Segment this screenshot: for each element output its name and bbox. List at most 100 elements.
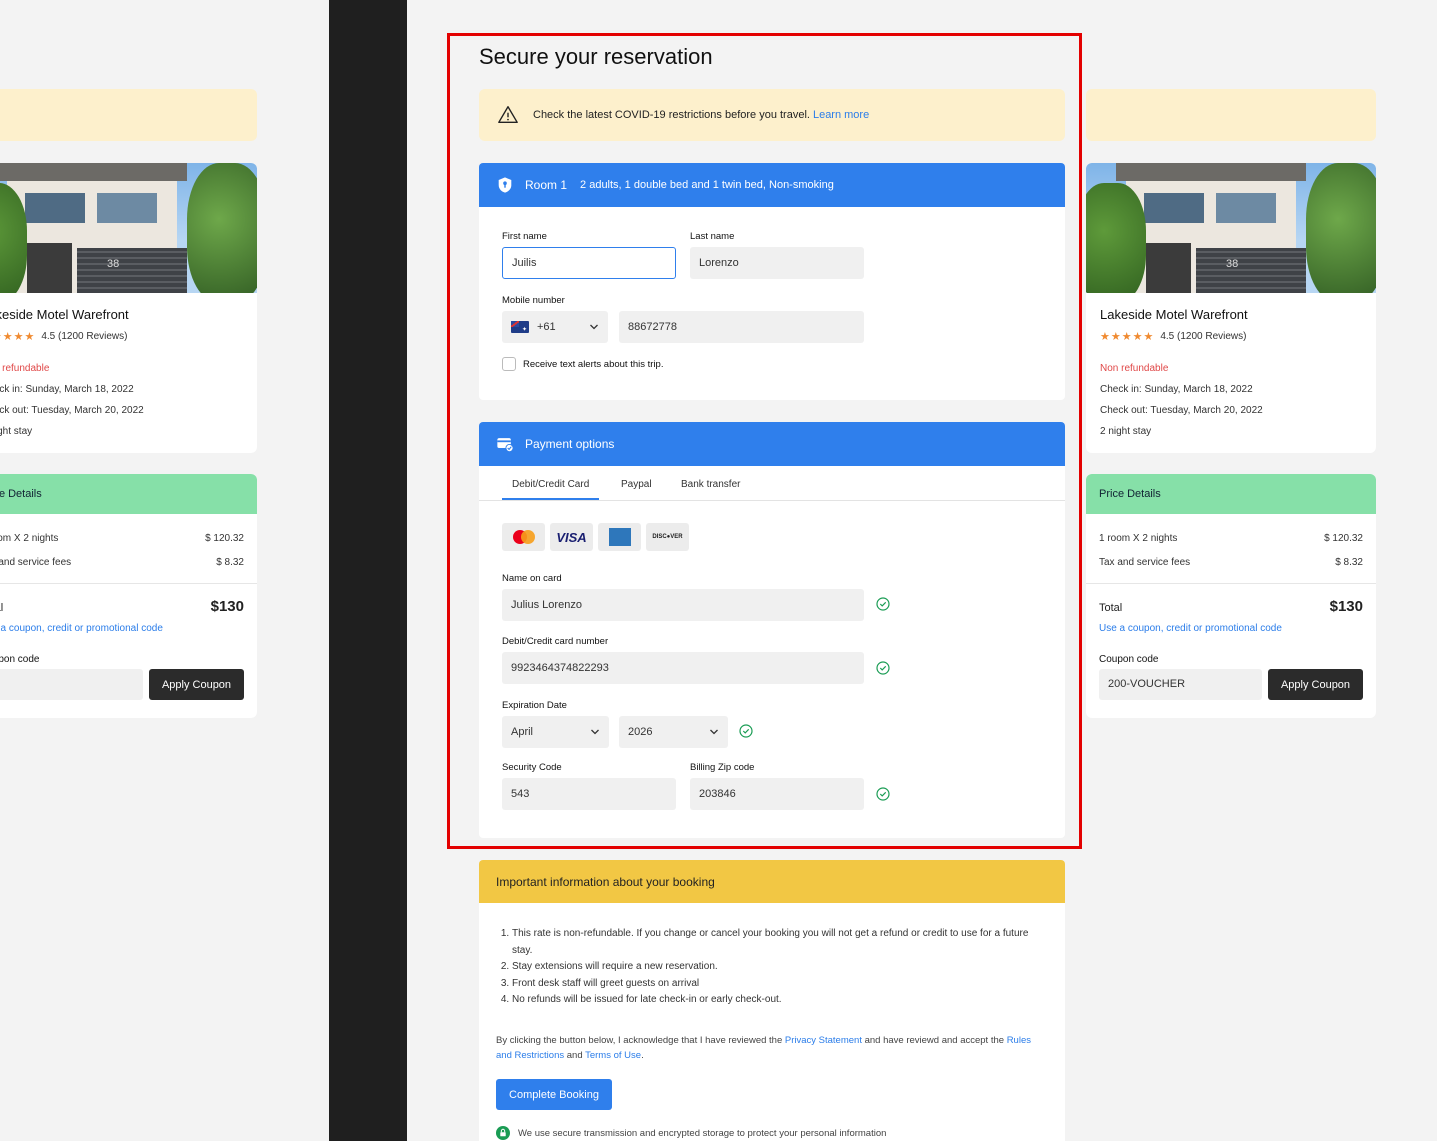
tab-card[interactable]: Debit/Credit Card xyxy=(502,479,600,500)
sms-alert-checkbox[interactable] xyxy=(502,357,516,371)
tax-value: $ 8.32 xyxy=(216,557,244,568)
expiration-label: Expiration Date xyxy=(502,700,567,711)
discover-text: DISC●VER xyxy=(652,534,683,540)
australia-flag-icon xyxy=(511,321,529,333)
room-price-label: 1 room X 2 nights xyxy=(1099,533,1178,544)
lock-icon xyxy=(496,1126,510,1140)
payment-header: Payment options xyxy=(479,422,1065,466)
room-title: Room 1 xyxy=(525,178,568,192)
payment-title: Payment options xyxy=(525,437,615,451)
card-number-input[interactable]: 9923464374822293 xyxy=(502,652,864,684)
chevron-down-icon xyxy=(590,324,598,330)
hotel-rating: ★★★★★ 4.5 (1200 Reviews) xyxy=(0,330,243,343)
total-value: $130 xyxy=(210,598,244,615)
warning-icon xyxy=(498,106,518,124)
room-header: Room 1 2 adults, 1 double bed and 1 twin… xyxy=(479,163,1065,207)
tax-value: $ 8.32 xyxy=(1335,557,1363,568)
check-circle-icon xyxy=(876,597,890,611)
price-details-card: Price Details 1 room X 2 nights $ 120.32… xyxy=(0,474,257,718)
hotel-card: 38 Lakeside Motel Warefront ★★★★★ 4.5 (1… xyxy=(0,163,257,453)
ack-prefix: By clicking the button below, I acknowle… xyxy=(496,1035,783,1046)
check-in: Check in: Sunday, March 18, 2022 xyxy=(1100,384,1253,395)
tax-label: Tax and service fees xyxy=(1099,557,1191,568)
coupon-input[interactable] xyxy=(0,669,143,700)
chevron-down-icon xyxy=(710,729,718,735)
tax-row: Tax and service fees $ 8.32 xyxy=(0,557,257,568)
mastercard-icon xyxy=(502,523,545,551)
divider xyxy=(1086,583,1376,584)
hotel-photo: 38 xyxy=(0,163,257,293)
divider xyxy=(0,583,257,584)
apply-coupon-button[interactable]: Apply Coupon xyxy=(149,669,244,700)
coupon-input[interactable]: 200-VOUCHER xyxy=(1099,669,1262,700)
zip-code-label: Billing Zip code xyxy=(690,762,755,773)
ack-middle: and have reviewd and accept the xyxy=(864,1035,1005,1046)
house-number: 38 xyxy=(107,258,120,270)
list-item: This rate is non-refundable. If you chan… xyxy=(512,926,1036,959)
dark-divider-band xyxy=(329,0,407,1141)
payment-tabs: Debit/Credit Card Paypal Bank transfer xyxy=(479,466,1065,501)
zip-code-input[interactable]: 203846 xyxy=(690,778,864,810)
stay-length: 2 night stay xyxy=(0,426,33,437)
room-price-value: $ 120.32 xyxy=(1324,533,1363,544)
visa-icon: VISA xyxy=(550,523,593,551)
room-details: 2 adults, 1 double bed and 1 twin bed, N… xyxy=(580,179,834,191)
coupon-link[interactable]: Use a coupon, credit or promotional code xyxy=(1086,623,1376,634)
total-label: Total xyxy=(0,602,4,614)
refund-status: Non refundable xyxy=(1100,363,1169,374)
secure-note-text: We use secure transmission and encrypted… xyxy=(518,1127,887,1139)
expiry-month-value: April xyxy=(511,726,534,738)
first-name-input[interactable]: Juilis xyxy=(502,247,676,279)
apply-coupon-button[interactable]: Apply Coupon xyxy=(1268,669,1363,700)
first-name-label: First name xyxy=(502,231,547,242)
covid-alert-preview xyxy=(0,89,257,141)
room-price-label: 1 room X 2 nights xyxy=(0,533,59,544)
privacy-statement-link[interactable]: Privacy Statement xyxy=(785,1035,862,1046)
last-name-label: Last name xyxy=(690,231,735,242)
security-code-label: Security Code xyxy=(502,762,562,773)
chevron-down-icon xyxy=(591,729,599,735)
complete-booking-button[interactable]: Complete Booking xyxy=(496,1079,612,1110)
tab-bank-transfer[interactable]: Bank transfer xyxy=(681,479,740,490)
info-list: This rate is non-refundable. If you chan… xyxy=(496,926,1036,1009)
price-details-card: Price Details 1 room X 2 nights $ 120.32… xyxy=(1086,474,1376,718)
country-code-select[interactable]: +61 xyxy=(502,311,608,343)
list-item: Front desk staff will greet guests on ar… xyxy=(512,976,1036,993)
expiry-month-select[interactable]: April xyxy=(502,716,609,748)
room-price-value: $ 120.32 xyxy=(205,533,244,544)
house-number: 38 xyxy=(1226,258,1239,270)
total-row: Total $130 xyxy=(0,598,257,615)
shield-icon xyxy=(498,177,512,193)
hotel-photo: 38 xyxy=(1086,163,1376,293)
stay-length: 2 night stay xyxy=(1100,426,1152,437)
tab-paypal[interactable]: Paypal xyxy=(621,479,652,490)
coupon-link[interactable]: Use a coupon, credit or promotional code xyxy=(0,623,257,634)
security-code-input[interactable]: 543 xyxy=(502,778,676,810)
name-on-card-input[interactable]: Julius Lorenzo xyxy=(502,589,864,621)
room-price-row: 1 room X 2 nights $ 120.32 xyxy=(0,533,257,544)
learn-more-link[interactable]: Learn more xyxy=(813,109,869,121)
check-in: Check in: Sunday, March 18, 2022 xyxy=(0,384,134,395)
star-rating-icon: ★★★★★ xyxy=(0,331,36,343)
covid-alert-text: Check the latest COVID-19 restrictions b… xyxy=(533,109,810,121)
hotel-card: 38 Lakeside Motel Warefront ★★★★★ 4.5 (1… xyxy=(1086,163,1376,453)
secure-note: We use secure transmission and encrypted… xyxy=(496,1126,886,1140)
payment-card: Payment options Debit/Credit Card Paypal… xyxy=(479,422,1065,838)
price-details-title: Price Details xyxy=(1086,474,1376,514)
country-code-value: +61 xyxy=(537,321,556,333)
expiry-year-value: 2026 xyxy=(628,726,653,738)
last-name-input[interactable]: Lorenzo xyxy=(690,247,864,279)
name-on-card-label: Name on card xyxy=(502,573,562,584)
coupon-label: Coupon code xyxy=(1099,654,1159,665)
page-title: Secure your reservation xyxy=(479,44,713,69)
mobile-label: Mobile number xyxy=(502,295,565,306)
list-item: Stay extensions will require a new reser… xyxy=(512,959,1036,976)
total-row: Total $130 xyxy=(1086,598,1376,615)
expiry-year-select[interactable]: 2026 xyxy=(619,716,728,748)
list-item: No refunds will be issued for late check… xyxy=(512,992,1036,1009)
terms-link[interactable]: Terms of Use xyxy=(585,1050,641,1061)
room-price-row: 1 room X 2 nights $ 120.32 xyxy=(1086,533,1376,544)
check-circle-icon xyxy=(876,787,890,801)
mobile-number-input[interactable]: 88672778 xyxy=(619,311,864,343)
hotel-name: Lakeside Motel Warefront xyxy=(1100,307,1248,322)
